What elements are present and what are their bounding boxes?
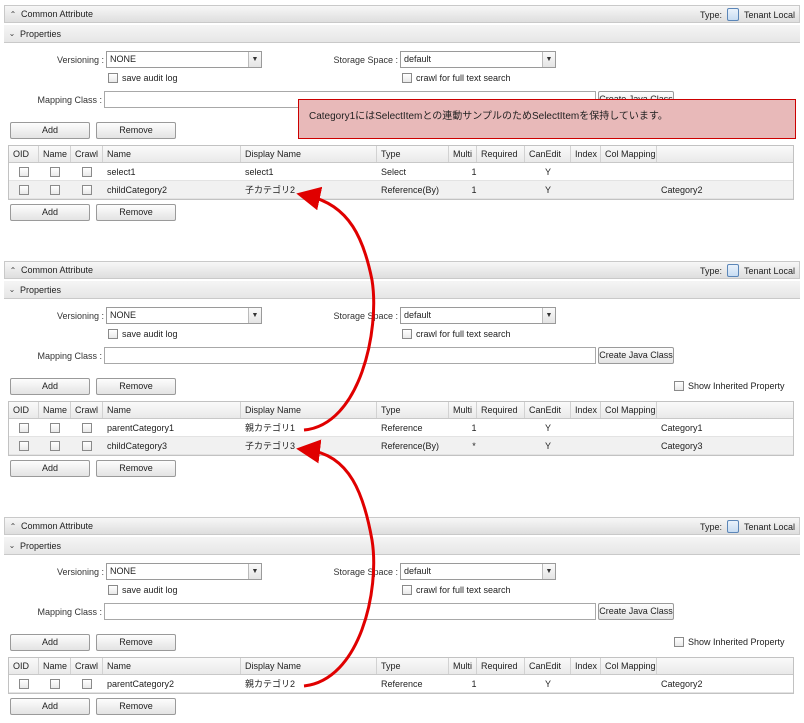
arrow-child3-to-parent2 [296, 439, 376, 688]
arrow-child2-to-parent1 [296, 186, 376, 432]
relationship-arrows [296, 186, 376, 688]
